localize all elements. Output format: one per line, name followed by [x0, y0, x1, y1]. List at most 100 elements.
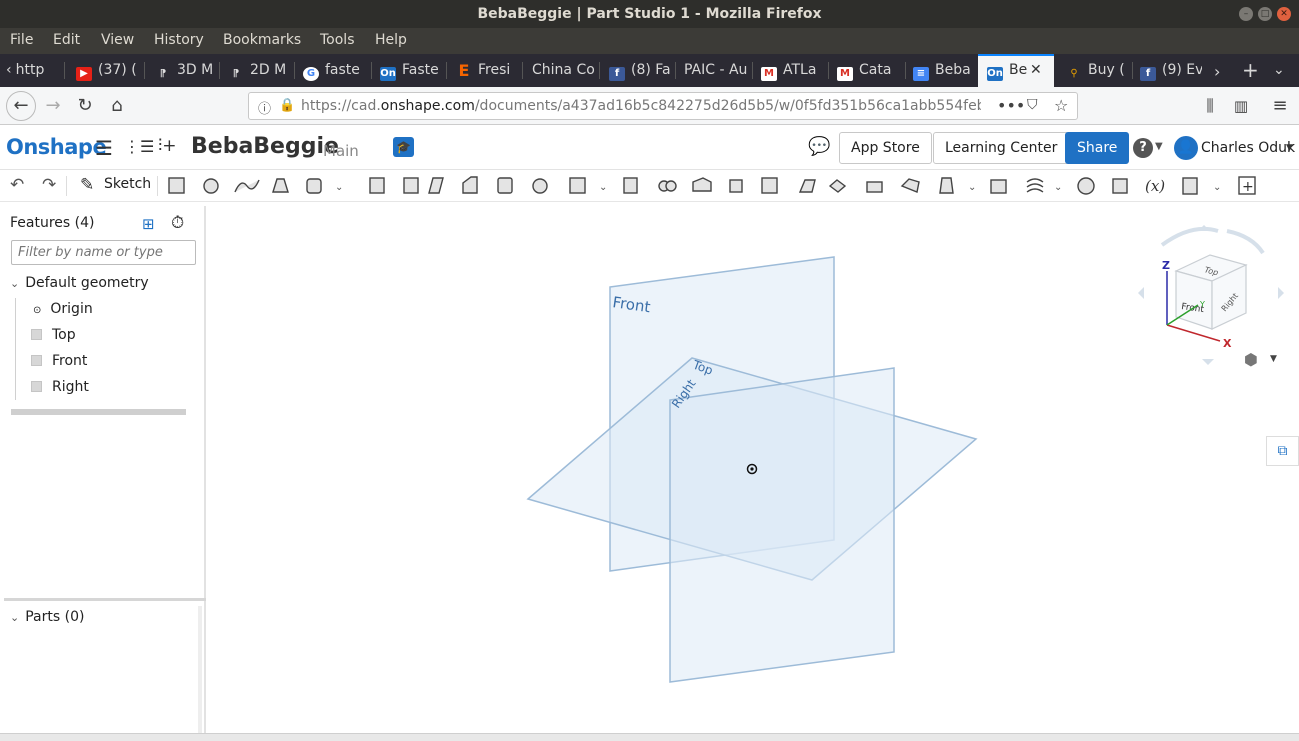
chevron-down-icon[interactable]: ⌄: [10, 611, 19, 624]
tab-item[interactable]: M Cata: [837, 54, 899, 87]
tab-item[interactable]: ‹ http: [6, 54, 56, 87]
plane-icon: [31, 355, 42, 366]
chevron-right-icon[interactable]: ›: [1214, 54, 1228, 87]
scrollbar[interactable]: [198, 606, 202, 736]
info-icon[interactable]: ⓘ: [258, 98, 271, 117]
chevron-down-icon[interactable]: ▼: [1155, 141, 1163, 152]
close-window-button[interactable]: ✕: [1277, 7, 1291, 21]
minimize-button[interactable]: –: [1239, 7, 1253, 21]
bottom-tab-strip[interactable]: [0, 733, 1299, 741]
tab-item[interactable]: ▶ (37) (: [76, 54, 136, 87]
insert-icon[interactable]: ⫶+: [158, 136, 177, 156]
menu-edit[interactable]: Edit: [53, 32, 80, 48]
tab-item[interactable]: On Faste: [380, 54, 444, 87]
tab-item[interactable]: Gfaste: [303, 54, 367, 87]
panel-splitter[interactable]: [4, 598, 206, 601]
url-bar[interactable]: ⓘ 🔒 https://cad.onshape.com/documents/a4…: [248, 92, 1078, 120]
comments-icon[interactable]: 💬: [808, 136, 830, 157]
tree-item-origin[interactable]: ⊙ Origin: [33, 301, 93, 317]
learning-center-button[interactable]: Learning Center: [933, 132, 1070, 164]
lock-icon: 🔒: [279, 98, 296, 113]
onshape-logo[interactable]: Onshape: [6, 135, 107, 159]
parts-header[interactable]: ⌄ Parts (0): [10, 609, 84, 625]
avatar[interactable]: 👤: [1174, 136, 1198, 160]
onshape-icon: On: [380, 67, 396, 81]
menu-history[interactable]: History: [154, 32, 204, 48]
menu-tools[interactable]: Tools: [320, 32, 355, 48]
svg-text:X: X: [1223, 337, 1232, 350]
maximize-button[interactable]: □: [1258, 7, 1272, 21]
tree-item-right[interactable]: Right: [31, 379, 89, 395]
feature-list-icon[interactable]: ⋮☰: [124, 137, 154, 156]
sidebar-icon[interactable]: ▥: [1228, 93, 1254, 119]
more-icon[interactable]: •••: [997, 96, 1025, 115]
tab-item[interactable]: ⁋ 2D M: [228, 54, 294, 87]
close-tab-icon[interactable]: ✕: [1030, 62, 1042, 78]
menu-bookmarks[interactable]: Bookmarks: [223, 32, 301, 48]
tab-item[interactable]: ≡ Beba: [913, 54, 975, 87]
chevron-down-icon[interactable]: ⌄: [1273, 54, 1289, 87]
tab-item[interactable]: E Fresi: [456, 54, 520, 87]
tab-item-active[interactable]: On Be ✕: [978, 54, 1054, 87]
plane-icon: [31, 381, 42, 392]
chevron-down-icon[interactable]: ▼: [1270, 354, 1277, 364]
default-geometry-group[interactable]: ⌄ Default geometry: [10, 275, 149, 291]
hamburger-icon[interactable]: ☰: [95, 136, 113, 160]
filter-input[interactable]: [11, 240, 196, 265]
svg-text:(x): (x): [1145, 177, 1165, 195]
learning-cap-icon[interactable]: 🎓: [393, 137, 414, 157]
view-options-cube-icon[interactable]: ⬢: [1244, 350, 1258, 369]
home-icon[interactable]: ⌂: [104, 93, 130, 119]
menu-view[interactable]: View: [101, 32, 134, 48]
reload-icon[interactable]: ↻: [72, 93, 98, 119]
facebook-icon: f: [609, 67, 625, 81]
hamburger-menu-icon[interactable]: ≡: [1267, 93, 1293, 119]
toolbar-icons[interactable]: (x) ⌄ ⌄ ⌄ ⌄ ⌄ +: [165, 174, 1275, 198]
help-icon[interactable]: ?: [1133, 138, 1153, 158]
google-icon: G: [303, 67, 319, 81]
add-folder-icon[interactable]: ⊞: [142, 215, 155, 233]
svg-text:Z: Z: [1162, 259, 1170, 272]
pocket-icon[interactable]: ⛉: [1027, 97, 1038, 113]
redo-icon[interactable]: ↷: [42, 175, 56, 195]
menu-file[interactable]: File: [10, 32, 33, 48]
chevron-down-icon[interactable]: ▼: [1286, 143, 1293, 153]
share-button[interactable]: Share: [1065, 132, 1130, 164]
gmail-icon: M: [837, 67, 853, 81]
graphics-viewport[interactable]: Front Top Right Top Front Right Z X Y ⬢ …: [208, 203, 1299, 733]
user-name[interactable]: Charles Oduk: [1201, 140, 1295, 156]
library-icon[interactable]: ⫼: [1197, 93, 1223, 119]
undo-icon[interactable]: ↶: [10, 175, 24, 195]
filter-field[interactable]: [18, 245, 193, 260]
book-icon: ⁋: [159, 68, 167, 79]
forward-arrow-icon[interactable]: →: [40, 93, 66, 119]
branch-name[interactable]: Main: [323, 142, 359, 160]
rollback-bar[interactable]: [11, 409, 186, 415]
tab-item[interactable]: ⁋ 3D M: [155, 54, 221, 87]
tab-item[interactable]: M ATLa: [761, 54, 823, 87]
tree-item-top[interactable]: Top: [31, 327, 76, 343]
chevron-left-icon[interactable]: ‹: [6, 62, 12, 78]
back-arrow-icon[interactable]: ←: [6, 91, 36, 121]
view-cube[interactable]: Top Front Right Z X Y: [1132, 217, 1292, 377]
app-store-button[interactable]: App Store: [839, 132, 932, 164]
document-name[interactable]: BebaBeggie: [191, 134, 339, 159]
new-tab-icon[interactable]: +: [1242, 54, 1260, 87]
sketch-button[interactable]: Sketch: [104, 176, 151, 192]
origin-icon: ⊙: [33, 305, 42, 316]
tab-item[interactable]: China Co: [532, 54, 596, 87]
bookmark-star-icon[interactable]: ☆: [1054, 96, 1068, 115]
tree-item-front[interactable]: Front: [31, 353, 87, 369]
facebook-icon: f: [1140, 67, 1156, 81]
appearance-panel-icon[interactable]: ⧉: [1266, 436, 1299, 466]
url-text[interactable]: https://cad.onshape.com/documents/a437ad…: [301, 98, 981, 114]
browser-tab-bar: ‹ http ▶ (37) ( ⁋ 3D M ⁋ 2D M Gfaste On Faste…: [0, 54, 1299, 87]
menu-help[interactable]: Help: [375, 32, 407, 48]
tab-item[interactable]: f (8) Fa: [609, 54, 671, 87]
onshape-header: Onshape ☰ ⋮☰ ⫶+ BebaBeggie Main 🎓 💬 App …: [0, 126, 1299, 170]
stopwatch-icon[interactable]: ⏱: [171, 213, 184, 233]
tab-item[interactable]: PAIC - Au: [684, 54, 752, 87]
tab-item[interactable]: f (9) Ev: [1140, 54, 1202, 87]
chevron-down-icon[interactable]: ⌄: [10, 277, 19, 290]
tab-item[interactable]: ⚲ Buy (: [1066, 54, 1130, 87]
